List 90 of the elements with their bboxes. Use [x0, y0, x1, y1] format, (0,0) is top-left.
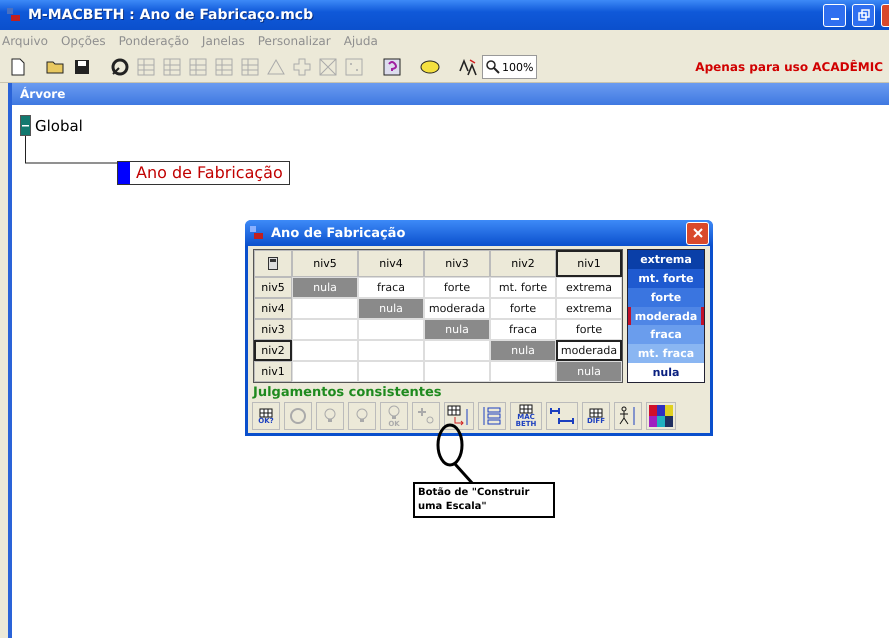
collapse-toggle[interactable]	[20, 115, 31, 136]
column-header[interactable]: niv3	[424, 250, 490, 277]
row-header[interactable]: niv5	[254, 277, 292, 298]
column-header[interactable]: niv2	[490, 250, 556, 277]
tree-node[interactable]: Ano de Fabricação	[117, 161, 290, 185]
app-icon	[6, 7, 22, 23]
column-header[interactable]: niv5	[292, 250, 358, 277]
row-header[interactable]: niv3	[254, 319, 292, 340]
table-icon	[519, 404, 533, 414]
swirl-icon	[110, 57, 130, 77]
minimize-icon	[830, 18, 838, 20]
matrix-cell[interactable]	[292, 340, 358, 361]
new-document-icon	[10, 58, 26, 76]
matrix-cell[interactable]	[490, 361, 556, 382]
range-icon	[549, 406, 575, 426]
bulb-icon	[322, 408, 338, 424]
matrix-cell[interactable]	[358, 340, 424, 361]
floppy-icon	[74, 59, 90, 75]
matrix-cell[interactable]	[358, 319, 424, 340]
matrix-cell[interactable]: extrema	[556, 277, 622, 298]
callout-note: Botão de "Construir uma Escala"	[413, 482, 555, 518]
tool-button[interactable]	[546, 402, 578, 430]
matrix-cell[interactable]: fraca	[490, 319, 556, 340]
question-box-icon	[382, 57, 402, 77]
row-header[interactable]: niv2	[254, 340, 292, 361]
calculator-icon	[268, 257, 278, 270]
tool-button[interactable]	[646, 402, 676, 430]
matrix-cell[interactable]	[358, 361, 424, 382]
grid-icon	[240, 57, 260, 77]
tree-window-title: Árvore	[12, 83, 889, 105]
bulb-icon	[354, 408, 370, 424]
restore-button[interactable]	[852, 4, 875, 26]
column-header[interactable]: niv1	[556, 250, 622, 277]
matrix-cell[interactable]	[292, 319, 358, 340]
scale-level[interactable]: mt. forte	[628, 268, 704, 288]
tool-button[interactable]	[444, 402, 474, 430]
matrix-cell[interactable]: extrema	[556, 298, 622, 319]
search-icon	[486, 60, 500, 74]
oval-icon	[419, 58, 441, 76]
matrix-cell[interactable]: fraca	[358, 277, 424, 298]
scale-level[interactable]: moderada	[628, 306, 704, 326]
scale-level[interactable]: forte	[628, 288, 704, 307]
triangle-icon	[266, 57, 286, 77]
scale-level[interactable]: nula	[628, 363, 704, 382]
minus-icon	[22, 122, 29, 129]
matrix-cell[interactable]	[424, 361, 490, 382]
plus-icon	[292, 57, 312, 77]
scale-level[interactable]: extrema	[628, 250, 704, 269]
matrix-cell[interactable]	[292, 298, 358, 319]
column-header[interactable]: niv4	[358, 250, 424, 277]
academic-notice: Apenas para uso ACADÊMIC	[695, 60, 883, 74]
table-icon	[259, 408, 273, 418]
matrix-cell[interactable]: forte	[490, 298, 556, 319]
close-icon	[692, 228, 702, 238]
matrix-cell[interactable]: forte	[556, 319, 622, 340]
plus-icon	[416, 406, 436, 426]
bulb-icon	[386, 404, 402, 420]
color-palette-icon	[649, 405, 673, 427]
list-icon	[481, 405, 503, 427]
restore-icon	[858, 9, 870, 21]
matrix-cell[interactable]: mt. forte	[490, 277, 556, 298]
grid-icon	[162, 57, 182, 77]
grid-icon	[136, 57, 156, 77]
matrix-cell[interactable]: moderada	[556, 340, 622, 361]
font-size-icon	[458, 57, 478, 77]
status-text: Julgamentos consistentes	[251, 384, 443, 402]
dots-icon	[344, 57, 364, 77]
refresh-icon	[288, 406, 308, 426]
app-icon	[249, 225, 265, 241]
tool-button[interactable]	[614, 402, 642, 430]
zoom-button[interactable]: 100%	[482, 55, 538, 79]
calculator-button[interactable]	[254, 250, 292, 277]
matrix-cell[interactable]: moderada	[424, 298, 490, 319]
grid-icon	[214, 57, 234, 77]
close-button[interactable]	[686, 222, 709, 244]
table-icon	[589, 408, 603, 418]
folder-icon	[46, 59, 66, 75]
window-title: M-MACBETH : Ano de Fabricaço.mcb	[28, 7, 314, 23]
highlight-ellipse	[436, 423, 475, 485]
crossed-box-icon	[318, 57, 338, 77]
matrix-cell[interactable]	[424, 340, 490, 361]
tree-node[interactable]: Global	[35, 116, 83, 134]
matrix-cell[interactable]: forte	[424, 277, 490, 298]
tool-button[interactable]	[478, 402, 506, 430]
row-header[interactable]: niv4	[254, 298, 292, 319]
minimize-button[interactable]	[823, 4, 846, 26]
row-header[interactable]: niv1	[254, 361, 292, 382]
matrix-cell[interactable]	[292, 361, 358, 382]
dialog-title: Ano de Fabricação	[271, 226, 406, 240]
grid-icon	[188, 57, 208, 77]
